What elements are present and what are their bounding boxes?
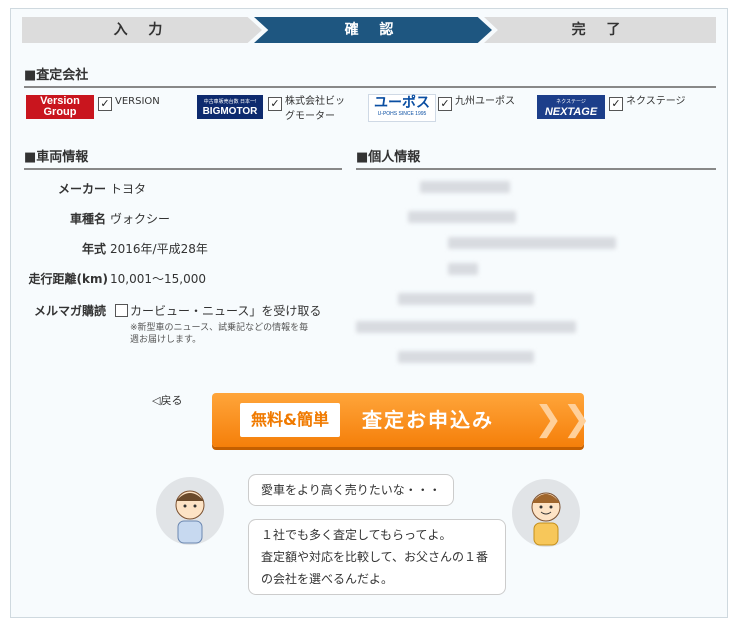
- section-title-car: ■車両情報: [24, 146, 342, 170]
- model-value: ヴォクシー: [110, 212, 171, 226]
- upos-logo: ユーポス U-POHS SINCE 1995: [368, 94, 436, 122]
- submit-assessment-button[interactable]: 無料&簡単 査定お申込み ❯❯: [212, 393, 591, 447]
- step-complete: 完 了: [484, 17, 716, 43]
- free-easy-badge: 無料&簡単: [240, 403, 340, 437]
- personal-name-redacted: [420, 181, 510, 193]
- nextage-logo: ネクステージ NEXTAGE: [537, 95, 605, 119]
- maker-label: メーカー: [57, 182, 106, 196]
- newsletter-label: メルマガ購読: [33, 304, 106, 318]
- newsletter-checkbox[interactable]: [115, 304, 128, 317]
- submit-button-label: 査定お申込み: [362, 408, 494, 432]
- year-label: 年式: [81, 242, 106, 256]
- section-title-personal: ■個人情報: [356, 146, 716, 170]
- mileage-value: 10,001〜15,000: [110, 272, 206, 286]
- version-group-logo: Version Group: [26, 95, 94, 119]
- bigmotor-logo: 中古車販売台数 日本一! BIGMOTOR: [197, 95, 263, 119]
- double-chevron-icon: ❯❯: [534, 399, 591, 439]
- back-link[interactable]: ◁戻る: [152, 392, 182, 408]
- father-avatar: [156, 477, 224, 545]
- model-label: 車種名: [69, 212, 106, 226]
- year-value: 2016年/平成28年: [110, 242, 208, 256]
- personal-phone-redacted: [398, 293, 534, 305]
- newsletter-checkbox-label: カービュー・ニュース」を受け取る: [130, 304, 322, 318]
- son-speech-bubble: １社でも多く査定してもらってよ。 査定額や対応を比較して、お父さんの１番 の会社…: [248, 519, 506, 595]
- father-speech-bubble: 愛車をより高く売りたいな・・・: [248, 474, 454, 506]
- mileage-label: 走行距離(km): [28, 272, 108, 286]
- newsletter-note-line2: 週お届けします。: [130, 335, 202, 345]
- personal-email-redacted: [356, 321, 576, 333]
- step-confirm-active: 確 認: [254, 17, 492, 43]
- personal-other-redacted: [398, 351, 534, 363]
- company-checkbox-upos[interactable]: ✓: [438, 97, 452, 111]
- maker-value: トヨタ: [110, 182, 147, 196]
- company-checkbox-bigmotor[interactable]: ✓: [268, 97, 282, 111]
- company-name-version: VERSION: [115, 96, 160, 107]
- personal-address-redacted: [448, 237, 616, 249]
- son-avatar: [512, 479, 580, 547]
- personal-age-redacted: [448, 263, 478, 275]
- company-checkbox-version[interactable]: ✓: [98, 97, 112, 111]
- company-name-upos: 九州ユーポス: [455, 96, 515, 107]
- company-name-bigmotor: 株式会社ビッ グモーター: [285, 96, 345, 122]
- company-checkbox-nextage[interactable]: ✓: [609, 97, 623, 111]
- company-name-nextage: ネクステージ: [626, 96, 686, 107]
- section-title-companies: ■査定会社: [24, 64, 716, 88]
- step-input: 入 力: [22, 17, 262, 43]
- personal-kana-redacted: [408, 211, 516, 223]
